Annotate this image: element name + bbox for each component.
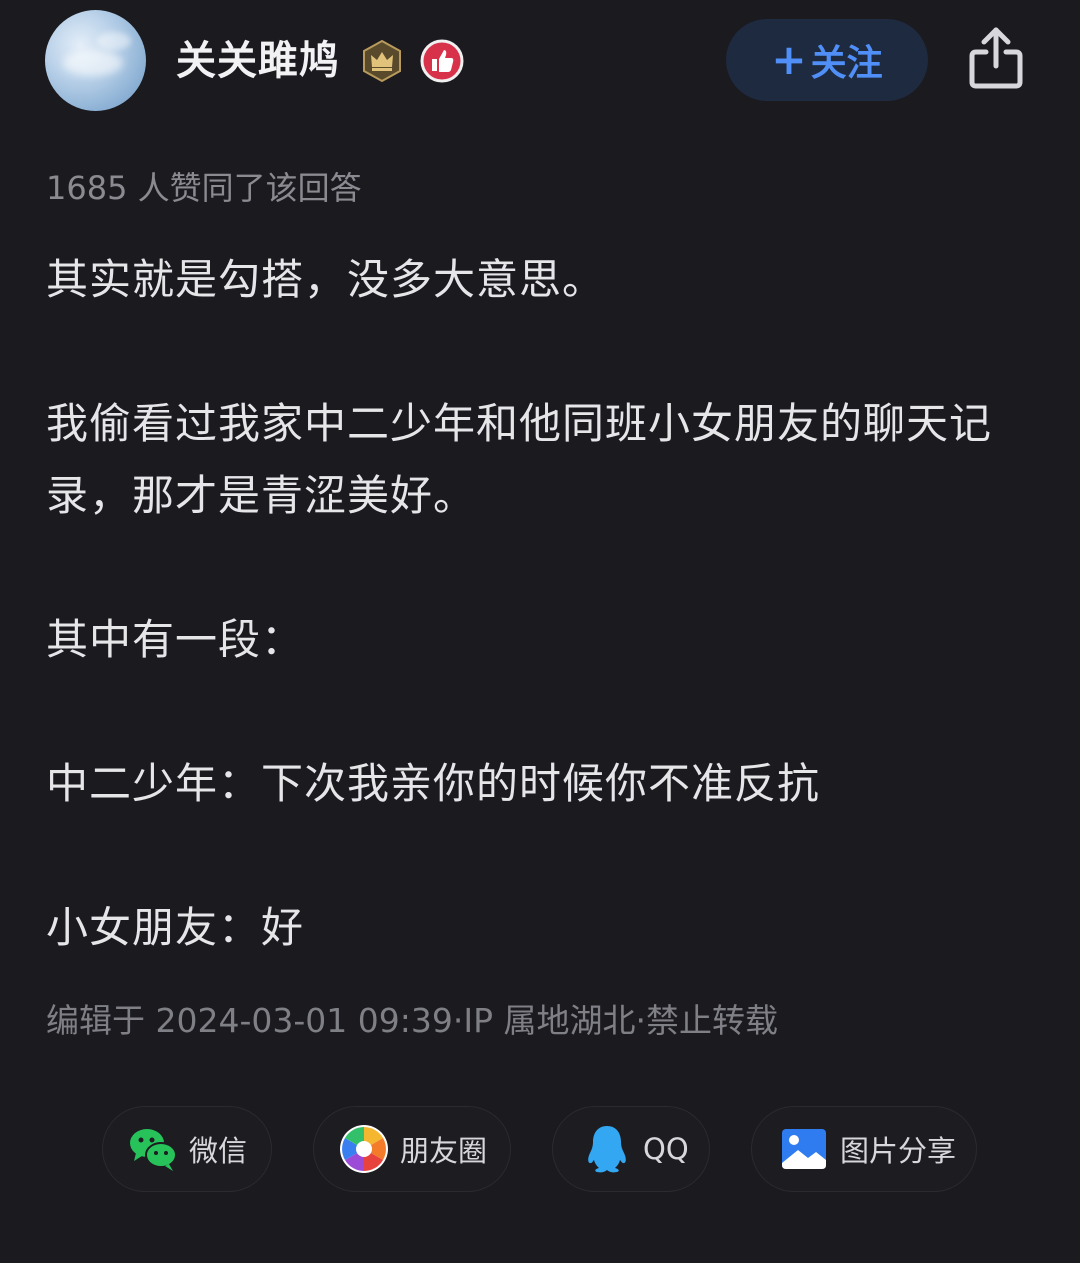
paragraph: 小女朋友：好 bbox=[46, 903, 305, 952]
qq-icon bbox=[588, 1126, 626, 1173]
crown-badge-icon bbox=[363, 39, 401, 83]
likes-count[interactable]: 1685 人赞同了该回答 bbox=[46, 166, 362, 210]
share-image-button[interactable]: 图片分享 bbox=[751, 1106, 977, 1192]
author-name[interactable]: 关关雎鸠 bbox=[176, 36, 340, 86]
answer-header: 关关雎鸠 + 关注 bbox=[0, 0, 1080, 125]
edit-meta: 编辑于 2024-03-01 09:39·IP 属地湖北·禁止转载 bbox=[46, 1001, 778, 1040]
share-item-label: QQ bbox=[643, 1132, 689, 1166]
image-share-icon bbox=[782, 1129, 826, 1169]
thumbs-up-badge-icon bbox=[420, 39, 464, 83]
share-moments-button[interactable]: 朋友圈 bbox=[313, 1106, 511, 1192]
share-row: 微信 朋友圈 QQ 图片分享 bbox=[0, 1106, 1080, 1194]
paragraph: 其中有一段： bbox=[46, 615, 305, 664]
share-item-label: 图片分享 bbox=[840, 1134, 957, 1168]
wechat-icon bbox=[130, 1129, 177, 1171]
avatar[interactable] bbox=[45, 10, 146, 111]
share-item-label: 朋友圈 bbox=[400, 1134, 488, 1168]
follow-button-label: 关注 bbox=[810, 43, 883, 84]
answer-page: 关关雎鸠 + 关注 1685 人赞同了该回答 其实就是勾搭，没多大意思。 我偷看… bbox=[0, 0, 1080, 1263]
paragraph: 我偷看过我家中二少年和他同班小女朋友的聊天记录，那才是青涩美好。 bbox=[46, 399, 993, 520]
paragraph: 中二少年：下次我亲你的时候你不准反抗 bbox=[46, 759, 821, 808]
share-wechat-button[interactable]: 微信 bbox=[102, 1106, 272, 1192]
paragraph: 其实就是勾搭，没多大意思。 bbox=[46, 255, 606, 304]
moments-icon bbox=[340, 1125, 388, 1173]
plus-icon: + bbox=[771, 35, 807, 84]
share-item-label: 微信 bbox=[189, 1134, 248, 1168]
answer-content: 其实就是勾搭，没多大意思。 我偷看过我家中二少年和他同班小女朋友的聊天记录，那才… bbox=[46, 244, 1026, 1036]
follow-button[interactable]: + 关注 bbox=[726, 19, 928, 101]
share-icon[interactable] bbox=[968, 26, 1024, 90]
share-qq-button[interactable]: QQ bbox=[552, 1106, 710, 1192]
